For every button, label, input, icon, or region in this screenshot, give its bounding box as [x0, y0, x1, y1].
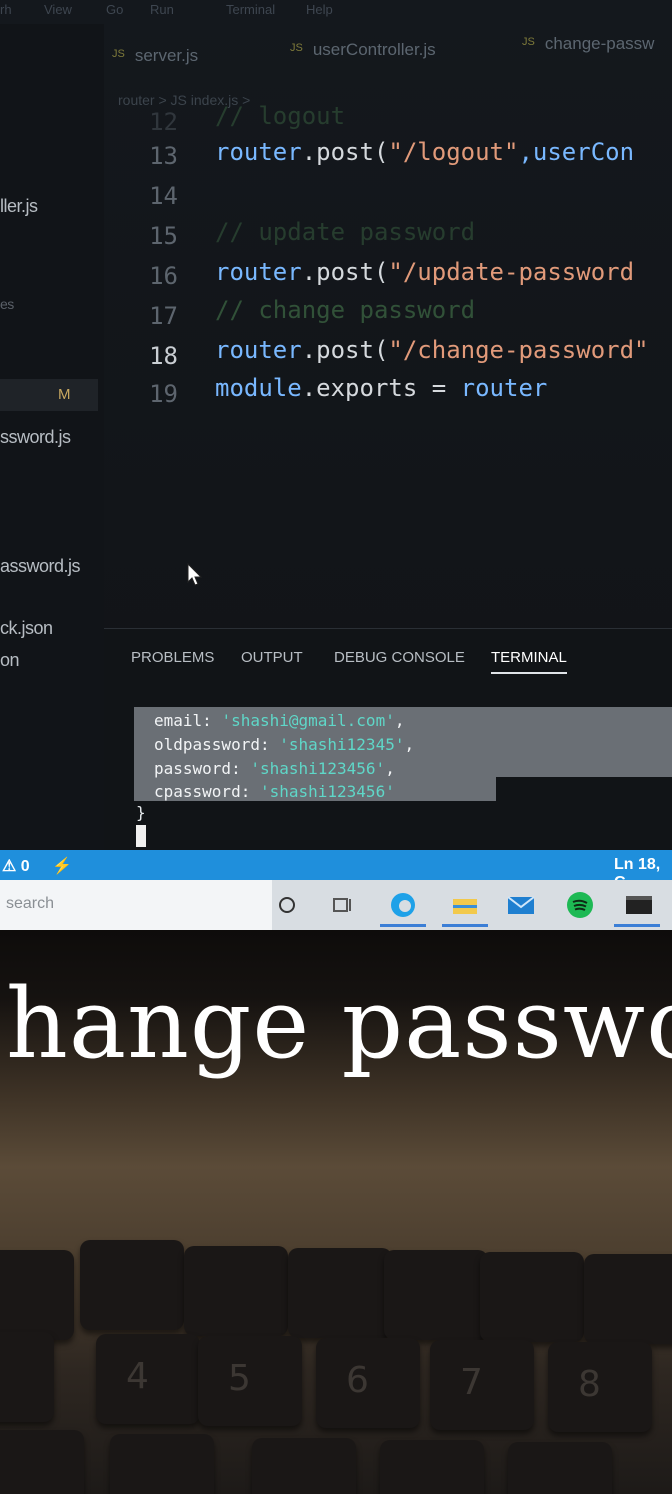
keyboard-key: [184, 1246, 288, 1336]
code-line: router.post("/logout",userCon: [215, 138, 635, 166]
line-number: 12: [149, 108, 178, 136]
tab-user-controller-js[interactable]: JS userController.js: [290, 40, 436, 60]
line-number: 17: [149, 302, 178, 330]
terminal-line: cpassword: 'shashi123456': [154, 782, 395, 801]
keyboard-key: [110, 1434, 214, 1494]
keyboard-key: [288, 1248, 392, 1338]
file-explorer-icon[interactable]: [450, 890, 480, 920]
tab-output[interactable]: OUTPUT: [241, 649, 303, 666]
mouse-pointer-icon: [187, 562, 203, 586]
code-comment: // update password: [215, 218, 476, 246]
keyboard-key: 7: [430, 1340, 534, 1430]
terminal-closing-brace: }: [136, 803, 146, 822]
keyboard-key: [0, 1430, 84, 1494]
laptop-screen: rh View Go Run Terminal Help ller.js es …: [0, 0, 672, 930]
task-view-icon[interactable]: [330, 890, 360, 920]
line-number-current: 18: [149, 342, 178, 370]
code-line: module.exports = router: [215, 374, 548, 402]
line-number: 16: [149, 262, 178, 290]
edge-browser-icon[interactable]: [388, 890, 418, 920]
keyboard-key: [0, 1250, 74, 1340]
explorer-file[interactable]: assword.js: [0, 556, 81, 577]
cortana-icon[interactable]: [276, 890, 306, 920]
code-editor[interactable]: 12 13 14 15 16 17 18 19 // logout router…: [0, 102, 672, 440]
keyboard-key: 6: [316, 1338, 420, 1428]
keyboard-key: 5: [198, 1336, 302, 1426]
search-placeholder: search: [6, 895, 55, 912]
taskbar-search-box[interactable]: search: [0, 880, 272, 930]
terminal-line: email: 'shashi@gmail.com',: [154, 711, 405, 730]
code-line: // logout: [215, 102, 346, 130]
bottom-panel: PROBLEMS OUTPUT DEBUG CONSOLE TERMINAL e…: [104, 628, 672, 851]
explorer-file[interactable]: ck.json: [0, 618, 53, 639]
menu-item-help[interactable]: Help: [306, 2, 333, 17]
keyboard-key: [508, 1442, 612, 1494]
problems-count[interactable]: ⚠ 0: [2, 856, 30, 876]
menu-item-view[interactable]: View: [44, 2, 72, 17]
terminal-app-icon[interactable]: [624, 890, 654, 920]
tab-problems[interactable]: PROBLEMS: [131, 649, 214, 666]
keyboard-key: 3: [0, 1332, 54, 1422]
line-number: 13: [149, 142, 178, 170]
menu-item[interactable]: rh: [0, 2, 12, 17]
status-bar: ⚠ 0 ⚡ Ln 18, C: [0, 850, 672, 891]
menu-item-go[interactable]: Go: [106, 2, 123, 17]
tab-debug-console[interactable]: DEBUG CONSOLE: [334, 649, 465, 666]
explorer-file[interactable]: on: [0, 650, 20, 671]
spotify-icon[interactable]: [565, 890, 595, 920]
lightning-icon[interactable]: ⚡: [52, 856, 72, 876]
line-number: 19: [149, 380, 178, 408]
keyboard-key: [480, 1252, 584, 1342]
code-line: router.post("/update-password: [215, 258, 635, 286]
code-line: router.post("/change-password": [215, 336, 649, 364]
code-comment: // change password: [215, 296, 476, 324]
tab-change-password-js[interactable]: JS change-passw: [522, 34, 654, 54]
keyboard-key: [584, 1254, 672, 1344]
terminal-line: oldpassword: 'shashi12345',: [154, 735, 415, 754]
active-app-indicator: [614, 924, 660, 927]
line-number: 14: [149, 182, 178, 210]
active-app-indicator: [442, 924, 488, 927]
tab-server-js[interactable]: JS server.js: [112, 46, 198, 66]
keyboard-key: [80, 1240, 184, 1330]
active-app-indicator: [380, 924, 426, 927]
editor-tabs: JS server.js JS userController.js JS change…: [0, 30, 672, 80]
keyboard-key: [380, 1440, 484, 1494]
keyboard-key: 8: [548, 1342, 652, 1432]
tab-terminal[interactable]: TERMINAL: [491, 649, 567, 674]
laptop-keyboard-area: 3 4 5 6 7 8 hange passwor: [0, 930, 672, 1494]
keyboard-key: 4: [96, 1334, 200, 1424]
terminal-cursor: [136, 825, 146, 847]
terminal-line: password: 'shashi123456',: [154, 759, 395, 778]
line-number: 15: [149, 222, 178, 250]
keyboard-key: [384, 1250, 488, 1340]
windows-taskbar: search: [0, 880, 672, 930]
video-caption: hange passwor: [6, 968, 672, 1080]
menu-item-terminal[interactable]: Terminal: [226, 2, 275, 17]
menu-item-run[interactable]: Run: [150, 2, 174, 17]
mail-icon[interactable]: [506, 890, 536, 920]
menu-bar: rh View Go Run Terminal Help: [0, 0, 672, 24]
keyboard-key: [252, 1438, 356, 1494]
